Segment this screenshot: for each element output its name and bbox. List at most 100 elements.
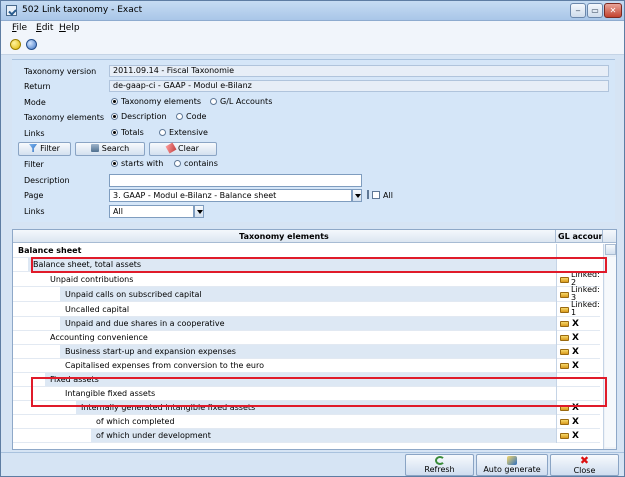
search-icon bbox=[90, 144, 99, 152]
menu-file[interactable]: File bbox=[12, 23, 27, 33]
row-label: Unpaid and due shares in a cooperative bbox=[65, 319, 225, 328]
not-linked-mark: X bbox=[572, 333, 579, 343]
taxonomy-grid: Taxonomy elements GL account Balance she… bbox=[12, 229, 617, 450]
gl-account-cell[interactable]: X bbox=[556, 359, 600, 373]
gl-account-cell[interactable] bbox=[556, 387, 600, 401]
table-row[interactable]: Capitalised expenses from conversion to … bbox=[13, 359, 600, 373]
close-icon: ✖ bbox=[579, 454, 590, 467]
gl-account-cell[interactable] bbox=[556, 244, 600, 258]
link-icon[interactable] bbox=[560, 307, 569, 313]
page-select[interactable]: 3. GAAP - Modul e-Bilanz - Balance sheet bbox=[109, 189, 352, 202]
gl-account-cell[interactable]: X bbox=[556, 331, 600, 345]
refresh-button[interactable]: Refresh bbox=[405, 454, 474, 476]
gl-account-cell[interactable]: X bbox=[556, 345, 600, 359]
gl-account-cell[interactable]: X bbox=[556, 429, 600, 443]
starts-with-radio[interactable]: starts with bbox=[111, 159, 163, 168]
minimize-button[interactable]: ‒ bbox=[570, 3, 586, 18]
table-row[interactable]: Intangible fixed assets bbox=[13, 387, 600, 401]
footer-bar: Refresh Auto generate ✖ Close bbox=[1, 452, 624, 476]
description-radio[interactable]: Description bbox=[111, 112, 167, 121]
toolbar bbox=[1, 35, 624, 55]
menu-edit[interactable]: Edit bbox=[36, 23, 53, 33]
row-label: Accounting convenience bbox=[50, 333, 148, 342]
close-button[interactable]: ✖ Close bbox=[550, 454, 619, 476]
table-row[interactable]: Business start-up and expansion expenses… bbox=[13, 345, 600, 359]
description-label: Description bbox=[24, 176, 70, 185]
table-row[interactable]: Unpaid and due shares in a cooperative X bbox=[13, 317, 600, 331]
link-icon[interactable] bbox=[560, 433, 569, 439]
help-icon[interactable] bbox=[26, 39, 37, 50]
grid-header: Taxonomy elements GL account bbox=[13, 230, 616, 243]
table-row[interactable]: Internally generated intangible fixed as… bbox=[13, 401, 600, 415]
menu-help[interactable]: Help bbox=[59, 23, 80, 33]
close-window-button[interactable]: ✕ bbox=[604, 3, 622, 18]
mode-gl-accounts-radio[interactable]: G/L Accounts bbox=[210, 97, 272, 106]
gl-account-cell[interactable] bbox=[556, 373, 600, 387]
not-linked-mark: X bbox=[572, 347, 579, 357]
page-separator bbox=[367, 190, 369, 199]
table-row[interactable]: Unpaid contributions Linked: 2 bbox=[13, 271, 600, 287]
scroll-up-arrow[interactable] bbox=[605, 244, 616, 255]
all-pages-checkbox[interactable] bbox=[372, 191, 380, 199]
link-icon[interactable] bbox=[560, 335, 569, 341]
return-label: Return bbox=[24, 82, 51, 91]
column-header-gl-account[interactable]: GL account bbox=[556, 230, 603, 243]
taxonomy-version-field: 2011.09.14 - Fiscal Taxonomie bbox=[109, 65, 609, 77]
maximize-button[interactable]: ▭ bbox=[587, 3, 603, 18]
window-title: 502 Link taxonomy - Exact bbox=[22, 5, 143, 15]
table-row[interactable]: of which under development X bbox=[13, 429, 600, 443]
gl-account-cell[interactable]: X bbox=[556, 401, 600, 415]
clear-button[interactable]: Clear bbox=[149, 142, 217, 156]
scroll-thumb[interactable] bbox=[605, 257, 616, 447]
links-dropdown-arrow[interactable] bbox=[194, 205, 204, 218]
table-row[interactable]: Uncalled capital Linked: 1 bbox=[13, 300, 600, 317]
mode-label: Mode bbox=[24, 98, 46, 107]
filter-label: Filter bbox=[24, 160, 44, 169]
table-row[interactable]: Accounting convenience X bbox=[13, 331, 600, 345]
title-bar: 502 Link taxonomy - Exact ‒ ▭ ✕ bbox=[1, 1, 624, 21]
table-row[interactable]: Balance sheet, total assets bbox=[13, 258, 600, 272]
table-row[interactable]: Fixed assets bbox=[13, 373, 600, 387]
link-icon[interactable] bbox=[560, 405, 569, 411]
exact-logo-icon[interactable] bbox=[10, 39, 21, 50]
link-icon[interactable] bbox=[560, 277, 569, 283]
search-button[interactable]: Search bbox=[75, 142, 145, 156]
gl-account-cell[interactable]: X bbox=[556, 415, 600, 429]
table-row[interactable]: Balance sheet bbox=[13, 244, 600, 258]
extensive-radio[interactable]: Extensive bbox=[159, 128, 208, 137]
link-icon[interactable] bbox=[560, 349, 569, 355]
criteria-panel: Taxonomy version 2011.09.14 - Fiscal Tax… bbox=[12, 59, 615, 222]
links-filter-select[interactable]: All bbox=[109, 205, 194, 218]
description-input[interactable] bbox=[109, 174, 362, 187]
page-dropdown-arrow[interactable] bbox=[352, 189, 362, 202]
column-header-taxonomy-elements[interactable]: Taxonomy elements bbox=[13, 230, 556, 243]
totals-radio[interactable]: Totals bbox=[111, 128, 144, 137]
contains-radio[interactable]: contains bbox=[174, 159, 218, 168]
link-icon[interactable] bbox=[560, 419, 569, 425]
row-label: Internally generated intangible fixed as… bbox=[81, 403, 256, 412]
taxonomy-version-label: Taxonomy version bbox=[24, 67, 97, 76]
row-label: of which under development bbox=[96, 431, 211, 440]
table-row[interactable]: of which completed X bbox=[13, 415, 600, 429]
gl-account-cell[interactable]: X bbox=[556, 317, 600, 331]
vertical-scrollbar[interactable] bbox=[603, 244, 616, 449]
gl-account-cell[interactable]: Linked: 1 bbox=[556, 300, 600, 317]
taxonomy-elements-label: Taxonomy elements bbox=[24, 113, 105, 122]
link-icon[interactable] bbox=[560, 321, 569, 327]
auto-generate-button[interactable]: Auto generate bbox=[476, 454, 548, 476]
row-label: Balance sheet, total assets bbox=[33, 260, 142, 269]
mode-taxonomy-radio[interactable]: Taxonomy elements bbox=[111, 97, 201, 106]
link-icon[interactable] bbox=[560, 292, 569, 298]
eraser-icon bbox=[165, 142, 177, 154]
row-label: Business start-up and expansion expenses bbox=[65, 347, 236, 356]
app-icon bbox=[6, 5, 17, 16]
filter-button[interactable]: Filter bbox=[18, 142, 71, 156]
row-label: Uncalled capital bbox=[65, 305, 130, 314]
table-row[interactable]: Unpaid calls on subscribed capital Linked… bbox=[13, 286, 600, 302]
code-radio[interactable]: Code bbox=[176, 112, 206, 121]
link-icon[interactable] bbox=[560, 363, 569, 369]
app-window: 502 Link taxonomy - Exact ‒ ▭ ✕ File Edi… bbox=[0, 0, 625, 477]
row-label: Unpaid calls on subscribed capital bbox=[65, 290, 202, 299]
linked-count: Linked: 1 bbox=[571, 300, 600, 317]
links-filter-label: Links bbox=[24, 207, 45, 216]
